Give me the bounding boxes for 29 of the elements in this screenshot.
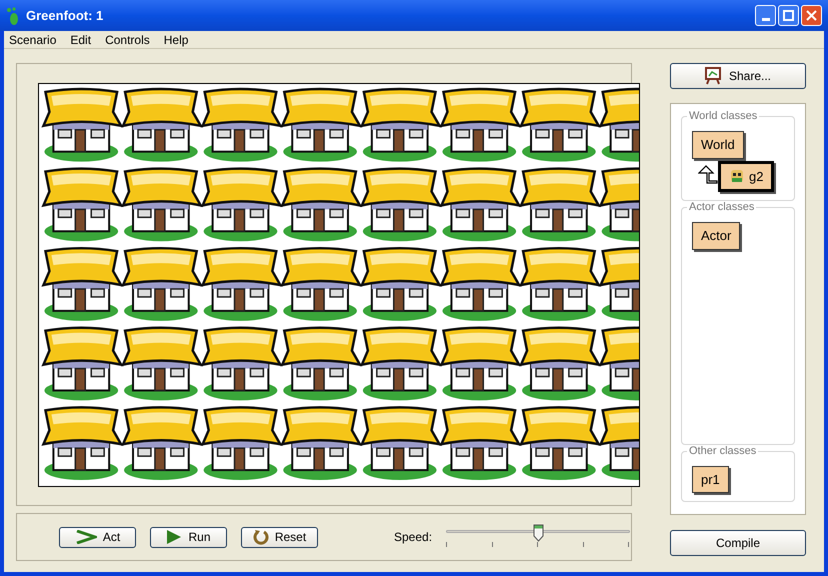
- compile-button[interactable]: Compile: [670, 530, 806, 556]
- reset-icon: [252, 529, 269, 545]
- class-box[interactable]: pr1: [692, 466, 729, 493]
- reset-button[interactable]: Reset: [241, 526, 318, 548]
- run-button[interactable]: Run: [150, 526, 227, 548]
- class-box[interactable]: World: [692, 131, 744, 158]
- menu-item[interactable]: Controls: [105, 30, 150, 48]
- class-group-title: Other classes: [687, 444, 758, 458]
- easel-icon: [704, 67, 721, 85]
- menu-item[interactable]: Scenario: [9, 30, 56, 48]
- class-box[interactable]: g2: [718, 160, 774, 192]
- menu-item[interactable]: Help: [164, 30, 188, 48]
- slider-thumb[interactable]: [532, 524, 544, 542]
- play-icon: [166, 529, 182, 545]
- close-button[interactable]: [801, 5, 822, 26]
- act-button[interactable]: Act: [59, 526, 136, 548]
- class-box[interactable]: Actor: [692, 222, 740, 250]
- menu-item[interactable]: Edit: [70, 30, 92, 48]
- share-button[interactable]: Share...: [670, 63, 806, 89]
- speed-slider[interactable]: [446, 524, 630, 550]
- maximize-button[interactable]: [778, 5, 799, 26]
- window-title: Greenfoot: 1: [26, 6, 104, 25]
- close-icon: [806, 10, 817, 21]
- minimize-icon: [762, 18, 770, 21]
- speed-label: Speed:: [394, 529, 432, 546]
- maximize-icon: [783, 10, 794, 21]
- footprint-icon: [6, 6, 20, 24]
- chevron-icon: [74, 530, 97, 544]
- minimize-button[interactable]: [755, 5, 776, 26]
